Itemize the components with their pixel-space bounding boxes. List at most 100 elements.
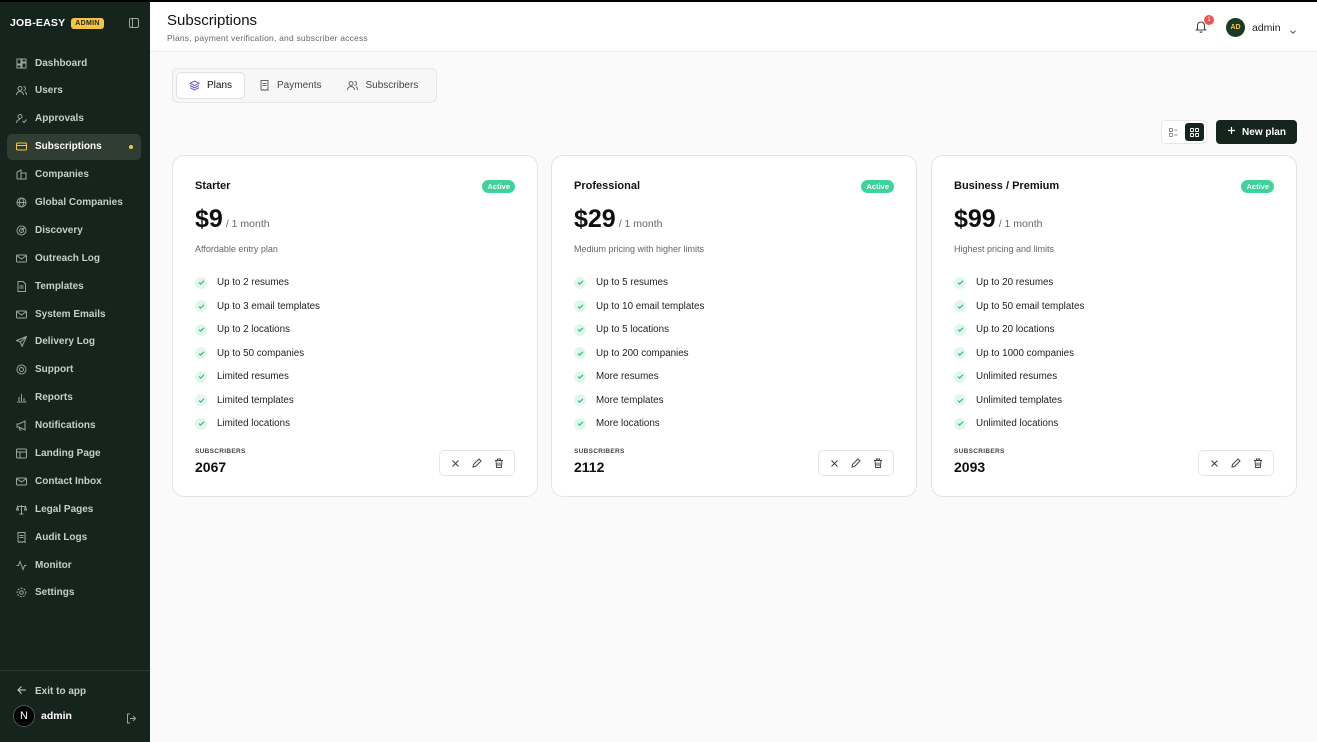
globe-icon	[16, 197, 27, 208]
mail-icon	[16, 253, 27, 264]
subscribers-count: 2112	[574, 459, 605, 475]
sidebar-item-label: Discovery	[35, 224, 83, 236]
feature-label: More templates	[596, 394, 664, 406]
feature-item: Up to 200 companies	[574, 342, 704, 366]
pencil-icon[interactable]	[1229, 456, 1243, 470]
feature-item: Up to 2 resumes	[195, 271, 320, 295]
dashboard-icon	[16, 58, 27, 69]
sidebar-user[interactable]: N admin	[0, 705, 150, 727]
sidebar-item-global-companies[interactable]: Global Companies	[7, 189, 141, 215]
sidebar-item-reports[interactable]: Reports	[7, 385, 141, 411]
feature-item: Unlimited templates	[954, 389, 1084, 413]
arrow-left-icon	[17, 685, 27, 698]
sidebar-item-approvals[interactable]: Approvals	[7, 106, 141, 132]
check-icon	[954, 417, 966, 430]
close-icon[interactable]	[448, 456, 462, 470]
close-icon[interactable]	[827, 456, 841, 470]
sidebar-item-users[interactable]: Users	[7, 78, 141, 104]
new-plan-button[interactable]: New plan	[1216, 120, 1297, 144]
approvals-icon	[16, 113, 27, 124]
tab-payments[interactable]: Payments	[247, 72, 333, 99]
feature-item: Up to 5 resumes	[574, 271, 704, 295]
plan-actions	[1198, 450, 1274, 476]
subscribers-count: 2093	[954, 459, 986, 475]
sidebar-item-subscriptions[interactable]: Subscriptions	[7, 133, 141, 160]
feature-label: Up to 2 locations	[217, 324, 290, 336]
grid-view-icon[interactable]	[1185, 123, 1204, 141]
feature-item: Limited locations	[195, 412, 320, 436]
sidebar-item-label: Landing Page	[35, 447, 101, 459]
plan-description: Medium pricing with higher limits	[574, 244, 705, 254]
feature-item: Up to 5 locations	[574, 318, 704, 342]
sidebar-item-label: Support	[35, 364, 74, 376]
feature-item: Unlimited locations	[954, 412, 1084, 436]
plan-price-row: $9 / 1 month	[195, 205, 270, 234]
inbox-icon	[16, 476, 27, 487]
sidebar-item-discovery[interactable]: Discovery	[7, 217, 141, 243]
list-view-icon[interactable]	[1164, 123, 1183, 141]
feature-item: More resumes	[574, 365, 704, 389]
sidebar-collapse-icon[interactable]	[128, 17, 140, 29]
sidebar-item-support[interactable]: Support	[7, 357, 141, 383]
feature-label: Up to 3 email templates	[217, 300, 320, 312]
trash-icon[interactable]	[1251, 456, 1265, 470]
sidebar-item-landing-page[interactable]: Landing Page	[7, 440, 141, 466]
sidebar-item-label: Global Companies	[35, 196, 123, 208]
sidebar-item-label: Reports	[35, 392, 73, 404]
notification-count-badge: 1	[1204, 15, 1214, 25]
sidebar-item-notifications[interactable]: Notifications	[7, 413, 141, 439]
plan-period: / 1 month	[225, 218, 270, 230]
sidebar-nav: Dashboard Users Approvals Subscriptions …	[7, 50, 141, 608]
feature-item: Up to 3 email templates	[195, 295, 320, 319]
layout-icon	[16, 448, 27, 459]
receipt-icon	[259, 80, 270, 92]
users-icon	[16, 85, 27, 96]
tab-subscribers[interactable]: Subscribers	[335, 72, 430, 99]
trash-icon[interactable]	[871, 456, 885, 470]
pencil-icon[interactable]	[849, 456, 863, 470]
sidebar-item-outreach-log[interactable]: Outreach Log	[7, 245, 141, 271]
sidebar-item-companies[interactable]: Companies	[7, 162, 141, 188]
feature-label: More locations	[596, 418, 660, 430]
feature-item: Up to 50 email templates	[954, 295, 1084, 319]
sidebar-item-contact-inbox[interactable]: Contact Inbox	[7, 468, 141, 494]
check-icon	[954, 276, 966, 289]
radar-icon	[16, 225, 27, 236]
feature-label: Limited resumes	[217, 371, 289, 383]
sidebar-item-dashboard[interactable]: Dashboard	[7, 50, 141, 76]
sidebar-item-settings[interactable]: Settings	[7, 580, 141, 606]
new-plan-label: New plan	[1242, 126, 1286, 138]
plan-card: Starter Active $9 / 1 month Affordable e…	[172, 155, 538, 497]
chevron-down-icon[interactable]	[1289, 23, 1297, 34]
plan-name: Business / Premium	[954, 180, 1060, 192]
pencil-icon[interactable]	[470, 456, 484, 470]
sidebar-item-audit-logs[interactable]: Audit Logs	[7, 524, 141, 550]
feature-item: Up to 50 companies	[195, 342, 320, 366]
sidebar-item-delivery-log[interactable]: Delivery Log	[7, 329, 141, 355]
credit-card-icon	[16, 141, 27, 152]
close-icon[interactable]	[1207, 456, 1221, 470]
check-icon	[954, 323, 966, 336]
sidebar-item-label: Outreach Log	[35, 252, 101, 264]
feature-label: Up to 2 resumes	[217, 277, 289, 289]
feature-label: Up to 200 companies	[596, 347, 689, 359]
check-icon	[195, 300, 207, 313]
logout-icon[interactable]	[126, 711, 137, 723]
exit-label: Exit to app	[35, 685, 87, 697]
admin-badge: ADMIN	[71, 17, 104, 29]
user-menu-name[interactable]: admin	[1252, 22, 1281, 34]
layers-icon	[188, 80, 201, 91]
sidebar-item-legal-pages[interactable]: Legal Pages	[7, 496, 141, 522]
sidebar-item-label: Users	[35, 85, 63, 97]
sidebar-item-monitor[interactable]: Monitor	[7, 552, 141, 578]
tab-plans[interactable]: Plans	[176, 72, 246, 99]
sidebar-item-system-emails[interactable]: System Emails	[7, 301, 141, 327]
plan-period: / 1 month	[998, 218, 1043, 230]
avatar[interactable]: AD	[1226, 18, 1245, 37]
sidebar-item-templates[interactable]: Templates	[7, 273, 141, 299]
feature-item: Up to 20 locations	[954, 318, 1084, 342]
plan-actions	[818, 450, 894, 476]
subscription-tabs: Plans Payments Subscribers	[172, 68, 437, 103]
sidebar-item-label: System Emails	[35, 308, 106, 320]
trash-icon[interactable]	[492, 456, 506, 470]
